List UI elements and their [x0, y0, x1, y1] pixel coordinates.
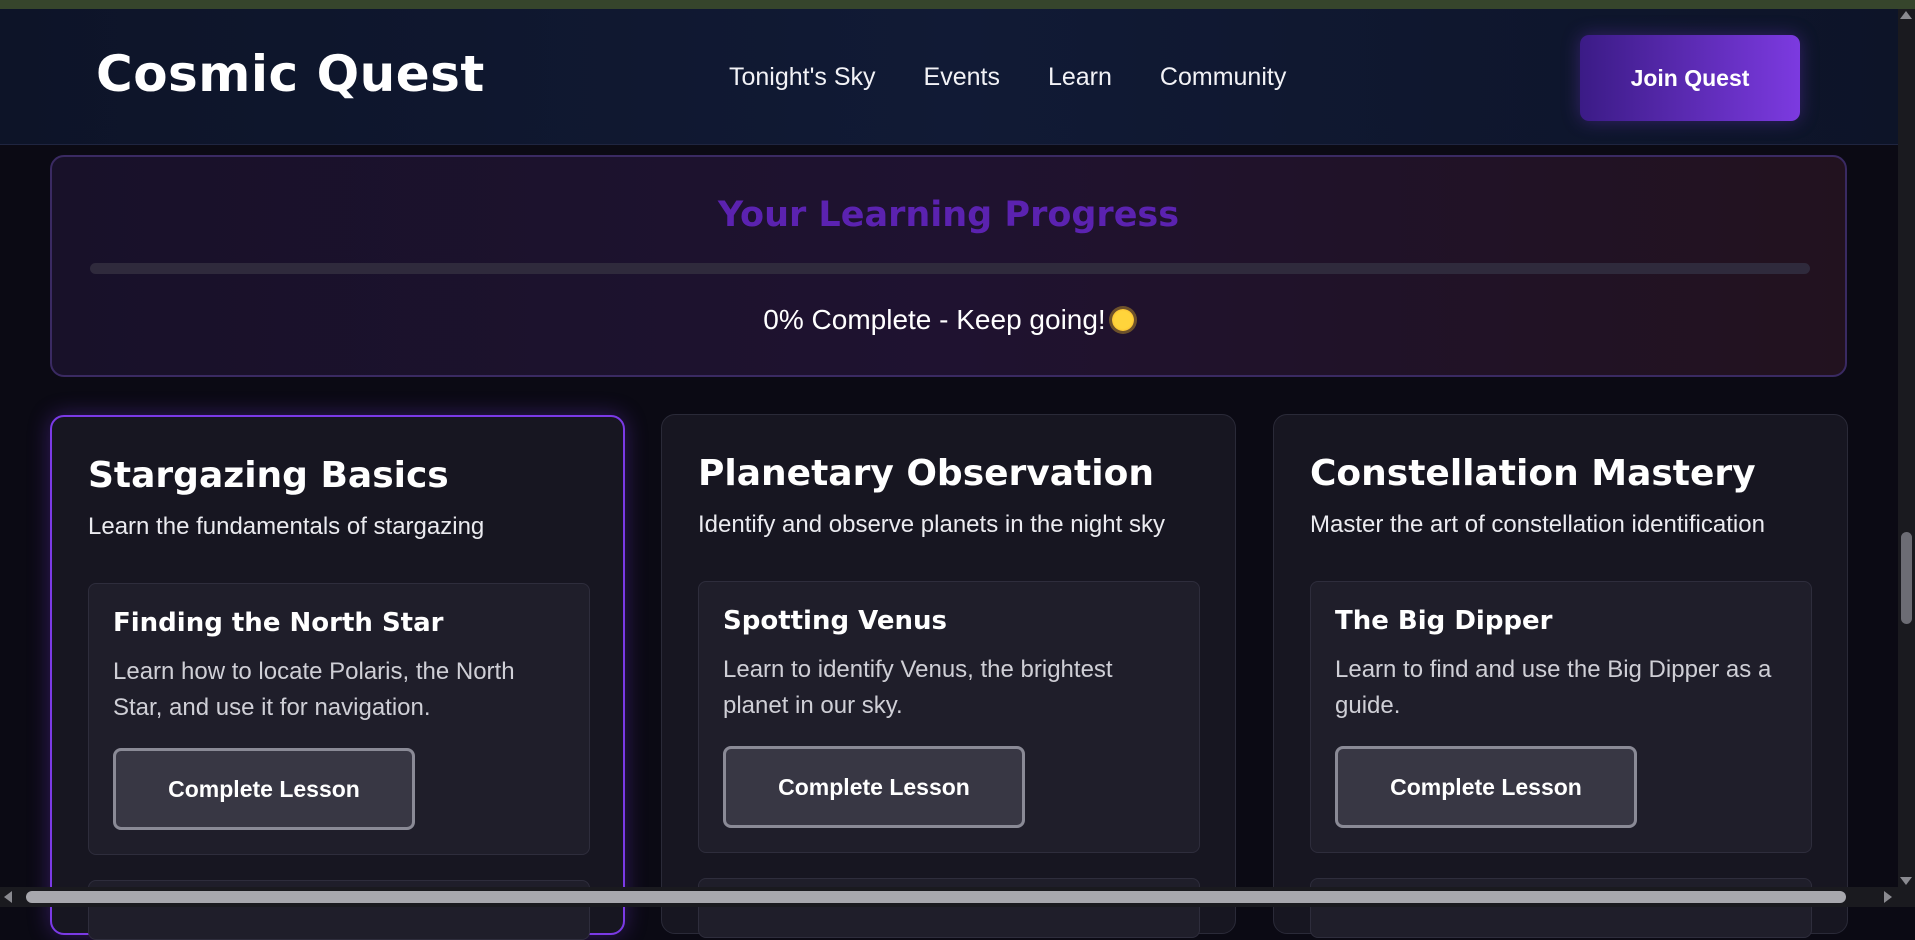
scroll-left-arrow-icon[interactable] — [4, 891, 12, 903]
course-card-planetary-observation[interactable]: Planetary Observation Identify and obser… — [661, 414, 1236, 938]
nav-learn[interactable]: Learn — [1048, 63, 1112, 92]
join-quest-button[interactable]: Join Quest — [1580, 35, 1800, 121]
course-description: Master the art of constellation identifi… — [1310, 511, 1765, 538]
lesson-text: Learn to find and use the Big Dipper as … — [1335, 656, 1772, 719]
complete-lesson-button[interactable]: Complete Lesson — [1335, 746, 1637, 828]
site-header: Cosmic Quest Tonight's Sky Events Learn … — [0, 9, 1915, 145]
site-logo[interactable]: Cosmic Quest — [96, 45, 485, 103]
nav-community[interactable]: Community — [1160, 63, 1286, 92]
progress-status-text: 0% Complete - Keep going! — [763, 304, 1106, 335]
horizontal-scrollbar[interactable] — [0, 887, 1898, 907]
nav-events[interactable]: Events — [924, 63, 1000, 92]
nav-tonights-sky[interactable]: Tonight's Sky — [729, 63, 876, 92]
course-title: Constellation Mastery — [1310, 453, 1756, 494]
complete-lesson-button[interactable]: Complete Lesson — [723, 746, 1025, 828]
lesson-item: Spotting Venus Learn to identify Venus, … — [698, 581, 1200, 853]
course-card-constellation-mastery[interactable]: Constellation Mastery Master the art of … — [1273, 414, 1848, 938]
course-description: Learn the fundamentals of stargazing — [88, 513, 485, 540]
browser-top-strip — [0, 0, 1915, 9]
lesson-title: The Big Dipper — [1335, 606, 1553, 636]
lesson-item: Finding the North Star Learn how to loca… — [88, 583, 590, 855]
course-title: Planetary Observation — [698, 453, 1154, 494]
course-card-stargazing-basics[interactable]: Stargazing Basics Learn the fundamentals… — [50, 415, 625, 940]
lesson-text: Learn how to locate Polaris, the North S… — [113, 658, 515, 721]
complete-lesson-button[interactable]: Complete Lesson — [113, 748, 415, 830]
horizontal-scroll-thumb[interactable] — [26, 891, 1846, 903]
course-description: Identify and observe planets in the nigh… — [698, 511, 1165, 538]
lesson-title: Spotting Venus — [723, 606, 947, 636]
main-nav: Tonight's Sky Events Learn Community — [729, 63, 1286, 92]
lesson-text: Learn to identify Venus, the brightest p… — [723, 656, 1113, 719]
scroll-down-arrow-icon[interactable] — [1900, 877, 1912, 885]
progress-bar — [90, 263, 1810, 274]
learning-progress-panel: Your Learning Progress 0% Complete - Kee… — [50, 155, 1847, 377]
progress-title: Your Learning Progress — [717, 195, 1180, 235]
vertical-scroll-thumb[interactable] — [1901, 532, 1912, 624]
sun-emoji-icon — [1111, 309, 1134, 331]
scroll-up-arrow-icon[interactable] — [1900, 11, 1912, 19]
scrollbar-corner — [1898, 887, 1915, 907]
lesson-item: The Big Dipper Learn to find and use the… — [1310, 581, 1812, 853]
progress-status: 0% Complete - Keep going! — [52, 304, 1845, 336]
scroll-right-arrow-icon[interactable] — [1884, 891, 1892, 903]
course-title: Stargazing Basics — [88, 455, 449, 496]
vertical-scrollbar[interactable] — [1898, 9, 1915, 887]
lesson-title: Finding the North Star — [113, 608, 444, 638]
